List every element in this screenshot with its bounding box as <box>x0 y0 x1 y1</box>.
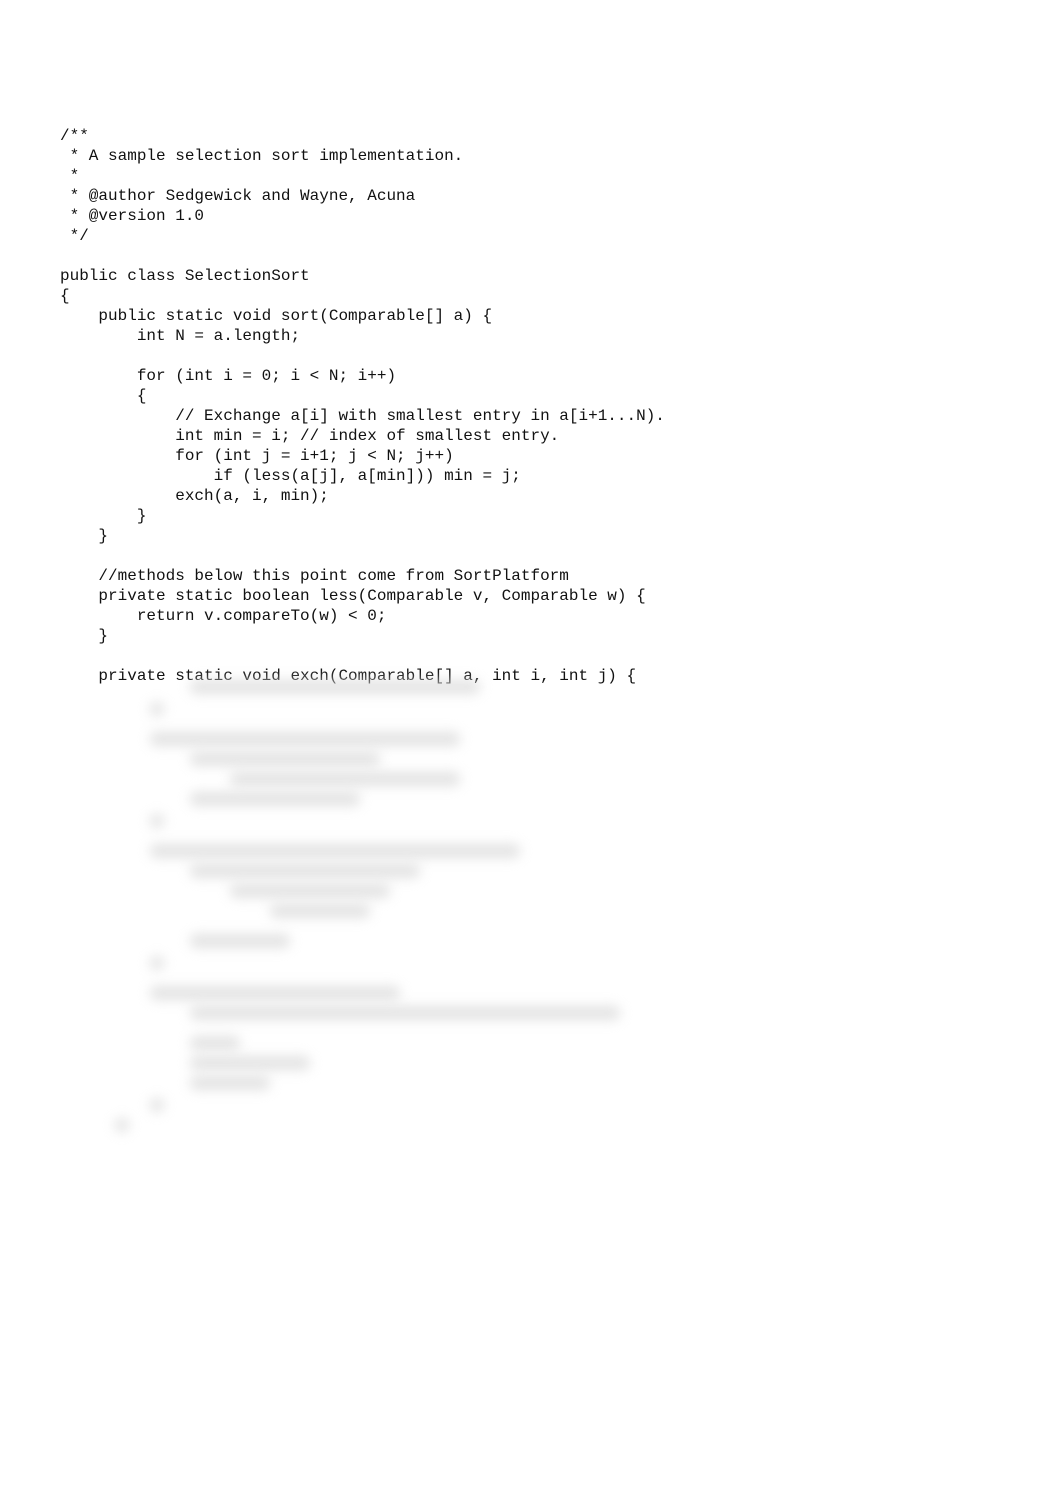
code-page: /** * A sample selection sort implementa… <box>0 0 1062 1506</box>
code-block: /** * A sample selection sort implementa… <box>60 126 665 686</box>
